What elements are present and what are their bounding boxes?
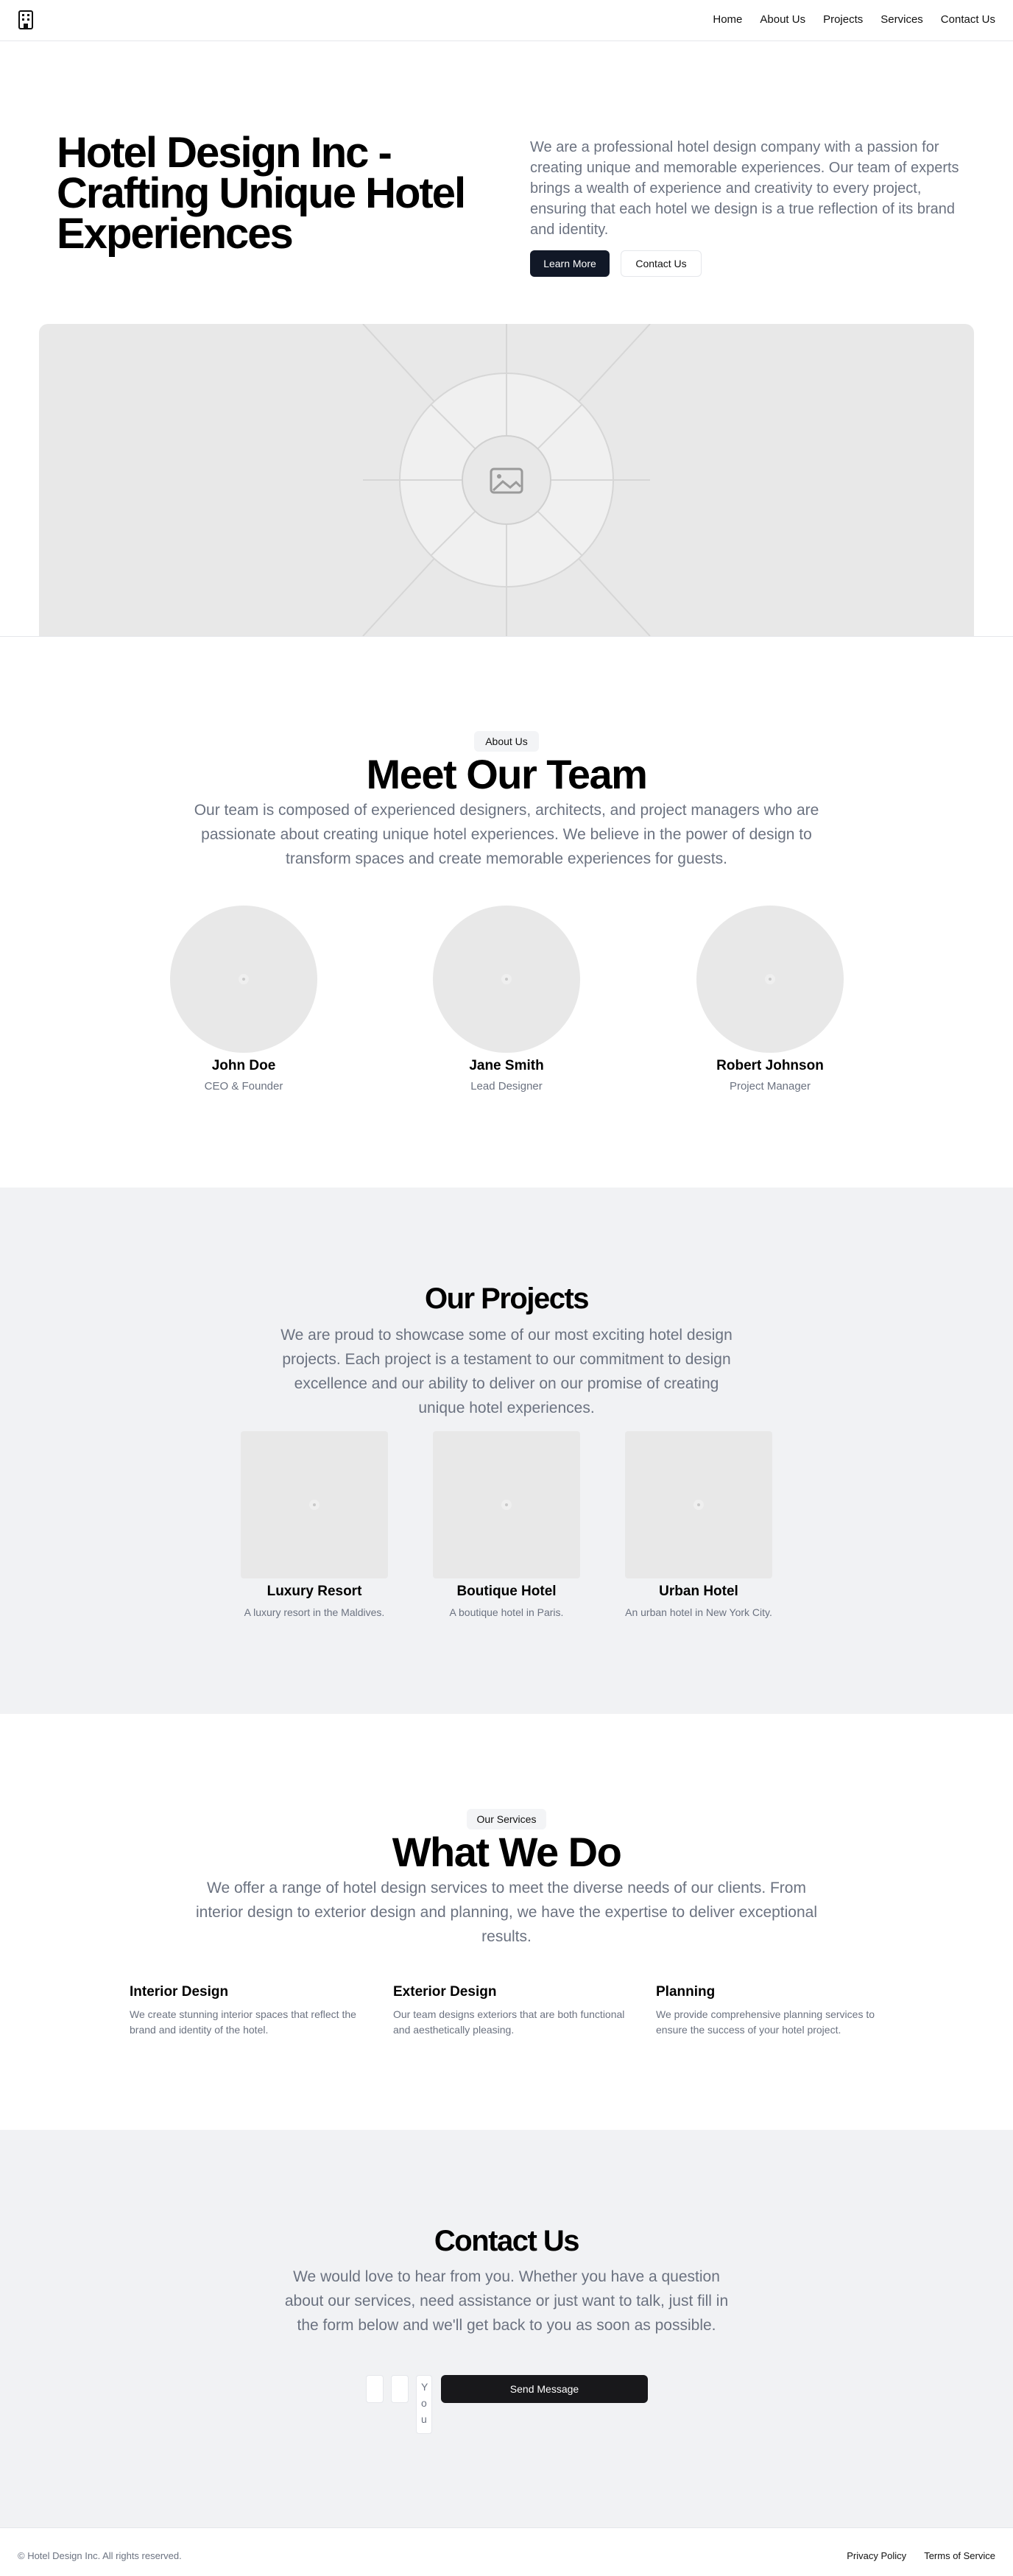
services-badge: Our Services (467, 1809, 546, 1829)
section-divider (0, 636, 1013, 637)
member-name: John Doe (211, 1058, 276, 1073)
project-image (433, 1431, 580, 1578)
site-footer: © Hotel Design Inc. All rights reserved.… (0, 2527, 1013, 2576)
services-description: We offer a range of hotel design service… (195, 1880, 818, 1945)
member-name: Robert Johnson (716, 1058, 824, 1073)
avatar (170, 906, 317, 1053)
name-input[interactable] (366, 2375, 384, 2403)
service-title: Planning (656, 1984, 716, 2000)
contact-description: We would love to hear from you. Whether … (284, 2268, 729, 2334)
team-description: Our team is composed of experienced desi… (194, 802, 819, 867)
nav-projects-link[interactable]: Projects (823, 13, 863, 26)
member-name: Jane Smith (469, 1058, 544, 1073)
building-icon[interactable] (18, 10, 34, 29)
member-role: Project Manager (729, 1080, 811, 1093)
projects-title: Our Projects (424, 1282, 590, 1315)
send-message-button[interactable]: Send Message (441, 2375, 648, 2403)
service-description: Our team designs exteriors that are both… (393, 2008, 625, 2036)
member-role: CEO & Founder (204, 1080, 283, 1093)
about-badge: About Us (474, 731, 539, 752)
project-name: Luxury Resort (267, 1584, 362, 1599)
team-title: Meet Our Team (366, 751, 648, 797)
project-image (241, 1431, 388, 1578)
hero-image-placeholder (39, 324, 974, 636)
hero-description: We are a professional hotel design compa… (530, 139, 959, 238)
hero-title: Hotel Design Inc - Crafting Unique Hotel… (57, 129, 466, 258)
avatar (433, 906, 580, 1053)
service-description: We provide comprehensive planning servic… (656, 2008, 875, 2036)
message-textarea[interactable]: You (416, 2375, 432, 2434)
member-role: Lead Designer (470, 1080, 543, 1093)
footer-links: Privacy Policy Terms of Service (847, 2550, 995, 2561)
project-name: Boutique Hotel (456, 1584, 557, 1599)
project-description: A luxury resort in the Maldives. (244, 1606, 385, 1618)
privacy-policy-link[interactable]: Privacy Policy (847, 2550, 906, 2561)
image-placeholder-icon (362, 324, 651, 636)
service-title: Exterior Design (393, 1984, 497, 2000)
hero-contact-button[interactable]: Contact Us (621, 250, 702, 277)
project-name: Urban Hotel (659, 1584, 738, 1599)
project-image (625, 1431, 772, 1578)
site-header: Home About Us Projects Services Contact … (0, 0, 1013, 41)
service-description: We create stunning interior spaces that … (130, 2008, 356, 2036)
avatar (696, 906, 844, 1053)
services-title: What We Do (392, 1829, 622, 1875)
copyright-text: © Hotel Design Inc. All rights reserved. (18, 2550, 182, 2561)
learn-more-button[interactable]: Learn More (530, 250, 610, 277)
nav-about-link[interactable]: About Us (760, 13, 805, 26)
page: Home About Us Projects Services Contact … (0, 0, 1013, 2576)
projects-description: We are proud to showcase some of our mos… (280, 1327, 733, 1416)
contact-title: Contact Us (434, 2225, 580, 2257)
main-nav: Home About Us Projects Services Contact … (713, 13, 995, 26)
nav-home-link[interactable]: Home (713, 13, 742, 26)
nav-services-link[interactable]: Services (880, 13, 923, 26)
nav-contact-link[interactable]: Contact Us (941, 13, 995, 26)
project-description: An urban hotel in New York City. (625, 1606, 772, 1618)
terms-of-service-link[interactable]: Terms of Service (924, 2550, 995, 2561)
project-description: A boutique hotel in Paris. (449, 1606, 564, 1618)
service-title: Interior Design (130, 1984, 229, 2000)
email-input[interactable] (391, 2375, 409, 2403)
